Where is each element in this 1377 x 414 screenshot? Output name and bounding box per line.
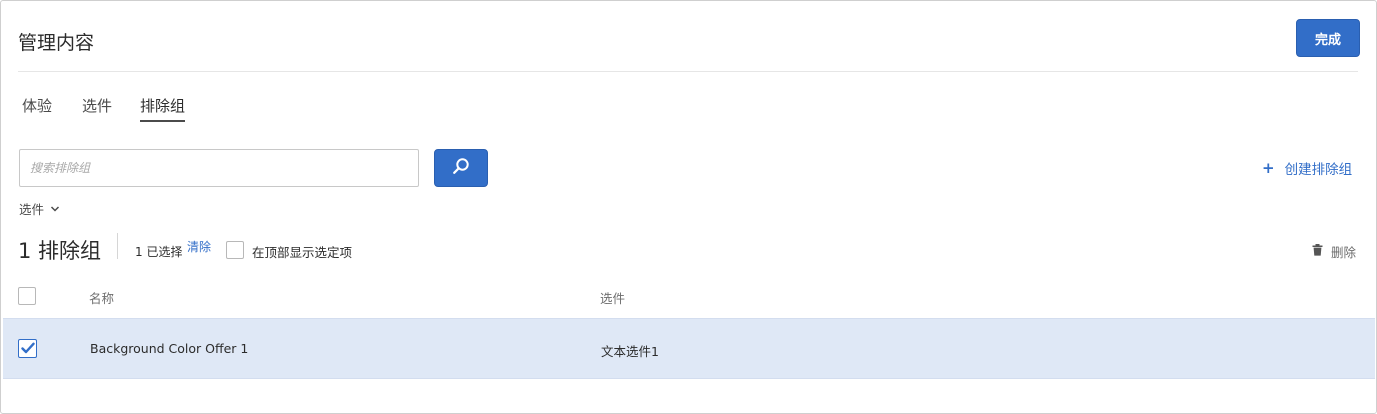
search-input[interactable] [19, 149, 419, 187]
chevron-down-icon [50, 201, 60, 216]
tab-exclusion-groups[interactable]: 排除组 [140, 95, 186, 122]
delete-button[interactable]: 删除 [1312, 242, 1356, 261]
trash-icon [1312, 244, 1323, 259]
row-name-cell[interactable]: Background Color Offer 1 [90, 341, 248, 356]
header-divider [18, 71, 1358, 72]
create-exclusion-group-link[interactable]: + 创建排除组 [1262, 158, 1352, 178]
column-header-offers[interactable]: 选件 [600, 288, 625, 307]
tab-experiences[interactable]: 体验 [22, 95, 52, 120]
summary-divider [117, 233, 118, 259]
offers-filter-label: 选件 [19, 202, 45, 217]
show-selected-top-label: 在顶部显示选定项 [252, 245, 353, 260]
create-exclusion-group-label: 创建排除组 [1284, 162, 1353, 178]
search-icon [452, 157, 470, 179]
row-checkbox[interactable] [18, 339, 37, 358]
search-button[interactable] [434, 149, 488, 187]
result-count: 1 排除组 [18, 239, 102, 263]
dialog-title: 管理内容 [18, 32, 95, 54]
select-all-checkbox[interactable] [18, 287, 36, 305]
selected-count: 1 已选择 [135, 245, 183, 259]
tab-offers[interactable]: 选件 [82, 95, 112, 120]
checkmark-icon [20, 339, 35, 358]
plus-icon: + [1262, 159, 1275, 177]
delete-label: 删除 [1331, 245, 1357, 260]
row-offer-cell: 文本选件1 [601, 344, 659, 359]
offers-filter-dropdown[interactable]: 选件 [19, 199, 60, 218]
clear-selection-link[interactable]: 清除 [187, 238, 211, 255]
done-button[interactable]: 完成 [1296, 19, 1360, 57]
column-header-name[interactable]: 名称 [89, 288, 114, 307]
show-selected-top-checkbox[interactable] [226, 241, 244, 259]
